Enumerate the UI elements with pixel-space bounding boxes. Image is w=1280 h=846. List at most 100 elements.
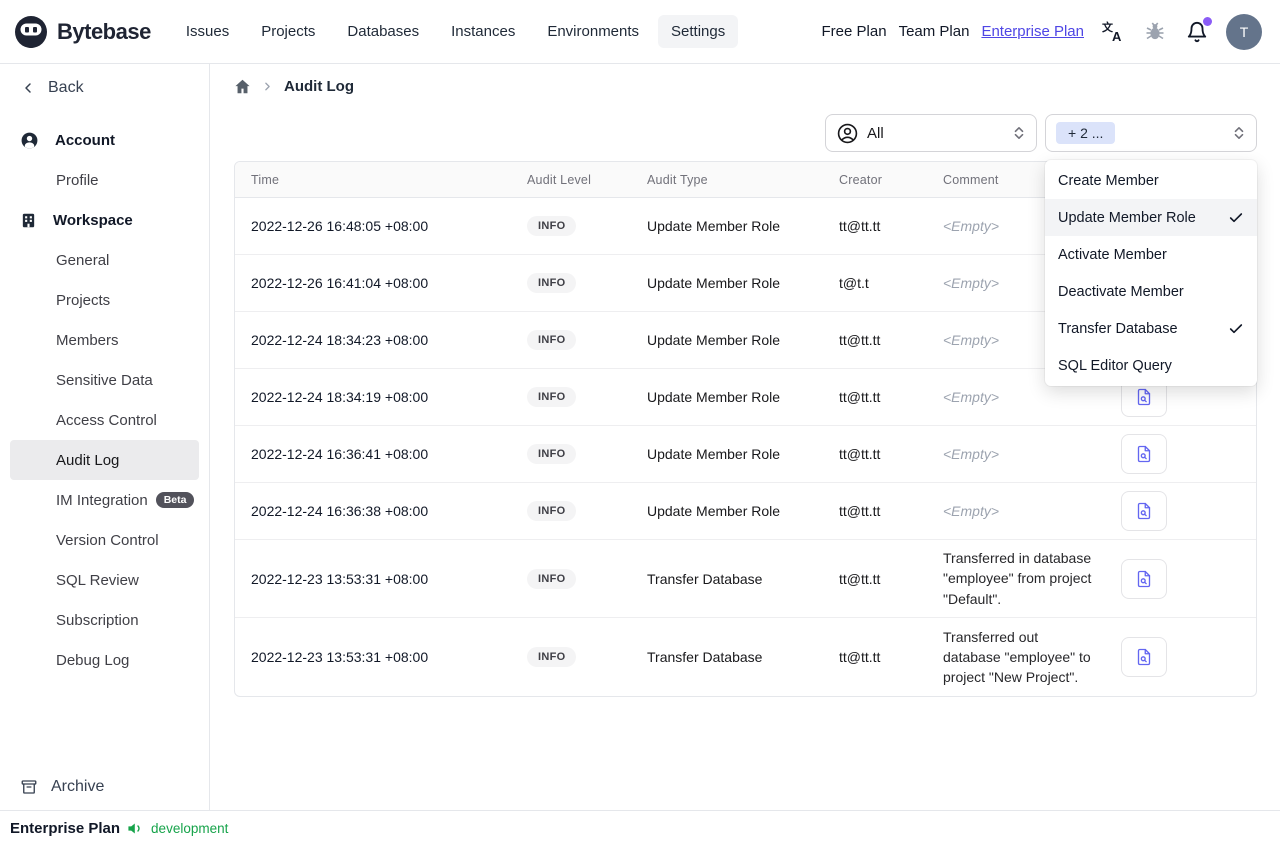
file-search-icon bbox=[1134, 444, 1154, 464]
sidebar-item-label: Projects bbox=[56, 291, 111, 309]
audit-level-badge: INFO bbox=[527, 387, 577, 407]
menu-item-label: Transfer Database bbox=[1058, 320, 1178, 337]
plan-label-free-plan: Free Plan bbox=[821, 23, 887, 40]
audit-level-badge: INFO bbox=[527, 273, 577, 293]
chevron-updown-icon bbox=[1012, 126, 1026, 140]
cell-audit-type: Update Member Role bbox=[647, 503, 781, 519]
avatar[interactable]: T bbox=[1226, 13, 1262, 50]
nav-item-instances[interactable]: Instances bbox=[438, 15, 528, 48]
menu-item-label: Create Member bbox=[1058, 172, 1159, 189]
speaker-icon[interactable] bbox=[127, 820, 144, 837]
audit-type-filter-select[interactable]: + 2 ... bbox=[1045, 114, 1257, 152]
breadcrumb-chevron-icon bbox=[261, 80, 274, 93]
menu-item-deactivate-member[interactable]: Deactivate Member bbox=[1045, 273, 1257, 310]
audit-log-page: Bytebase Issues Projects Databases Instance… bbox=[0, 0, 1280, 846]
nav-item-databases[interactable]: Databases bbox=[334, 15, 432, 48]
menu-item-create-member[interactable]: Create Member bbox=[1045, 162, 1257, 199]
cell-comment: <Empty> bbox=[927, 426, 1105, 482]
bytebase-logo[interactable]: Bytebase bbox=[14, 15, 151, 49]
sidebar-item-label: Access Control bbox=[56, 411, 157, 429]
creator-filter-select[interactable]: All bbox=[825, 114, 1037, 152]
sidebar-section-account: Account bbox=[0, 120, 209, 160]
nav-right: Free Plan Team Plan Enterprise Plan 文 A bbox=[821, 13, 1262, 50]
chevron-updown-icon bbox=[1232, 126, 1246, 140]
comment-text: <Empty> bbox=[943, 217, 1000, 234]
sidebar-item-audit-log[interactable]: Audit Log bbox=[10, 440, 199, 480]
menu-item-label: Deactivate Member bbox=[1058, 283, 1184, 300]
sidebar-item-profile[interactable]: Profile bbox=[10, 160, 199, 200]
cell-creator: tt@tt.tt bbox=[839, 389, 881, 405]
sidebar-item-members[interactable]: Members bbox=[10, 320, 199, 360]
user-circle-icon bbox=[20, 131, 39, 150]
view-audit-detail-button[interactable] bbox=[1121, 637, 1167, 677]
bug-icon[interactable] bbox=[1142, 19, 1168, 45]
check-icon bbox=[1228, 321, 1244, 337]
table-row: 2022-12-24 16:36:41 +08:00 INFO Update Mem… bbox=[235, 426, 1256, 483]
cell-comment: <Empty> bbox=[927, 483, 1105, 539]
column-header-time: Time bbox=[251, 172, 280, 187]
main-content: Audit Log All + 2 ... Time Audit Level A… bbox=[210, 64, 1280, 810]
comment-text: Transferred out database "employee" to p… bbox=[943, 628, 1091, 686]
chevron-left-icon bbox=[20, 80, 36, 96]
audit-level-badge: INFO bbox=[527, 647, 577, 667]
comment-text: <Empty> bbox=[943, 331, 1000, 348]
cell-creator: tt@tt.tt bbox=[839, 218, 881, 234]
home-icon[interactable] bbox=[234, 78, 251, 95]
menu-item-label: SQL Editor Query bbox=[1058, 357, 1172, 374]
menu-item-transfer-database[interactable]: Transfer Database bbox=[1045, 310, 1257, 347]
plan-label-team-plan: Team Plan bbox=[898, 23, 970, 40]
menu-item-sql-editor-query[interactable]: SQL Editor Query bbox=[1045, 347, 1257, 384]
sidebar-section-label: Account bbox=[55, 131, 115, 149]
bell-icon[interactable] bbox=[1184, 16, 1212, 45]
sidebar-section-label: Workspace bbox=[53, 211, 133, 229]
sidebar-item-sensitive-data[interactable]: Sensitive Data bbox=[10, 360, 199, 400]
archive-label: Archive bbox=[51, 778, 105, 795]
cell-creator: t@t.t bbox=[839, 275, 869, 291]
file-search-icon bbox=[1134, 569, 1154, 589]
sidebar-item-im-integration[interactable]: IM Integration Beta bbox=[10, 480, 199, 520]
cell-time: 2022-12-23 13:53:31 +08:00 bbox=[251, 570, 429, 587]
brand-name: Bytebase bbox=[57, 18, 151, 44]
menu-item-activate-member[interactable]: Activate Member bbox=[1045, 236, 1257, 273]
sidebar-item-label: Audit Log bbox=[56, 451, 120, 469]
sidebar-item-access-control[interactable]: Access Control bbox=[10, 400, 199, 440]
view-audit-detail-button[interactable] bbox=[1121, 491, 1167, 531]
translate-icon[interactable]: 文 A bbox=[1100, 19, 1126, 45]
sidebar-item-sql-review[interactable]: SQL Review bbox=[10, 560, 199, 600]
menu-item-label: Update Member Role bbox=[1058, 209, 1196, 226]
cell-audit-type: Update Member Role bbox=[647, 218, 781, 234]
audit-type-dropdown-menu: Create Member Update Member Role Activate … bbox=[1045, 160, 1257, 386]
sidebar-item-label: Profile bbox=[56, 171, 99, 189]
footer-bar: Enterprise Plan development bbox=[0, 810, 1280, 846]
column-header-creator: Creator bbox=[839, 172, 883, 187]
archive-icon bbox=[20, 778, 38, 796]
cell-time: 2022-12-24 18:34:19 +08:00 bbox=[251, 389, 429, 405]
file-search-icon bbox=[1134, 387, 1154, 407]
cell-comment: Transferred in database "employee" from … bbox=[927, 540, 1105, 617]
menu-item-update-member-role[interactable]: Update Member Role bbox=[1045, 199, 1257, 236]
user-circle-icon bbox=[836, 122, 859, 145]
sidebar-item-projects[interactable]: Projects bbox=[10, 280, 199, 320]
svg-text:A: A bbox=[1112, 29, 1122, 44]
breadcrumb: Audit Log bbox=[234, 64, 1257, 108]
sidebar-item-general[interactable]: General bbox=[10, 240, 199, 280]
view-audit-detail-button[interactable] bbox=[1121, 558, 1167, 599]
view-audit-detail-button[interactable] bbox=[1121, 434, 1167, 474]
notification-dot bbox=[1203, 16, 1212, 26]
nav-item-settings[interactable]: Settings bbox=[658, 15, 739, 48]
plan-link-enterprise-plan[interactable]: Enterprise Plan bbox=[981, 23, 1084, 40]
comment-text: <Empty> bbox=[943, 445, 1000, 462]
nav-item-issues[interactable]: Issues bbox=[173, 15, 242, 48]
comment-text: <Empty> bbox=[943, 274, 1000, 291]
sidebar-item-debug-log[interactable]: Debug Log bbox=[10, 640, 199, 680]
sidebar-item-archive[interactable]: Archive bbox=[0, 764, 209, 810]
back-button[interactable]: Back bbox=[0, 64, 209, 112]
nav-item-projects[interactable]: Projects bbox=[248, 15, 328, 48]
sidebar-item-version-control[interactable]: Version Control bbox=[10, 520, 199, 560]
sidebar-item-subscription[interactable]: Subscription bbox=[10, 600, 199, 640]
nav-item-environments[interactable]: Environments bbox=[534, 15, 652, 48]
file-search-icon bbox=[1134, 501, 1154, 521]
sidebar-item-label: Debug Log bbox=[56, 651, 130, 669]
cell-creator: tt@tt.tt bbox=[839, 649, 881, 665]
cell-audit-level: INFO bbox=[511, 312, 631, 368]
